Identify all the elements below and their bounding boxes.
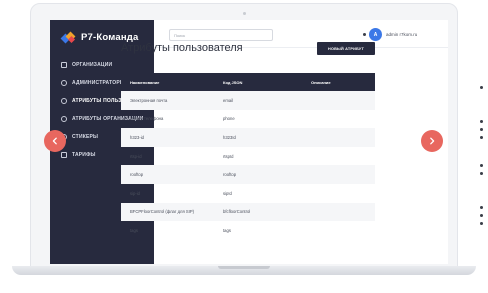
next-slide-bullet (480, 120, 483, 123)
user-icon (61, 80, 67, 86)
column-header-description[interactable]: Описание (307, 80, 375, 85)
table-row[interactable]: sip-id sipId (121, 184, 375, 203)
user-icon (61, 98, 67, 104)
search-input[interactable]: Поиск (169, 29, 273, 41)
notification-dot-icon[interactable] (363, 33, 366, 36)
sidebar-item-label: ТАРИФЫ (72, 152, 96, 158)
table-body: Электронная почта email Номер телефона p… (121, 91, 375, 240)
next-slide-bullet (480, 206, 483, 209)
table-row[interactable]: Номер телефона phone (121, 110, 375, 129)
cell-json-code: sipId (223, 190, 232, 196)
next-slide-bullet (480, 136, 483, 139)
cell-json-code: bfcfloorControl (223, 209, 251, 215)
carousel-prev-button[interactable] (44, 130, 66, 152)
sidebar-item-label: АДМИНИСТРАТОРЫ (72, 80, 125, 86)
cell-json-code: h323Id (223, 134, 236, 140)
cell-name: Электронная почта (130, 97, 168, 103)
laptop-base (12, 266, 476, 275)
cell-json-code: rtspId (223, 153, 234, 159)
user-icon (61, 116, 67, 122)
attributes-table: Наименование Код JSON Описание Электронн… (121, 73, 375, 240)
next-slide-bullet (480, 214, 483, 217)
camera-dot (243, 12, 246, 15)
user-name[interactable]: admin r7kom.ru (386, 32, 417, 37)
cell-name: Номер телефона (130, 116, 164, 122)
table-row[interactable]: rooftop rooftop (121, 165, 375, 184)
table-row[interactable]: h323-id h323Id (121, 128, 375, 147)
next-slide-bullet (480, 172, 483, 175)
cell-name: rooftop (130, 172, 144, 178)
carousel-next-button[interactable] (421, 130, 443, 152)
tariff-icon (61, 152, 67, 158)
cell-json-code: phone (223, 116, 235, 122)
cell-json-code: tags (223, 227, 231, 233)
cell-name: h323-id (130, 134, 144, 140)
cell-json-code: email (223, 97, 234, 103)
avatar[interactable]: A (369, 28, 382, 41)
chevron-left-icon (52, 137, 57, 145)
table-row[interactable]: rtsp-id rtspId (121, 147, 375, 166)
sidebar-item-label: СТИКЕРЫ (72, 134, 99, 140)
sidebar-item-label: ОРГАНИЗАЦИИ (72, 62, 113, 68)
building-icon (61, 62, 67, 68)
next-slide-bullet (480, 86, 483, 89)
new-attribute-button[interactable]: НОВЫЙ АТРИБУТ (317, 42, 375, 55)
cell-name: tags (130, 227, 138, 233)
chevron-right-icon (430, 137, 435, 145)
table-row[interactable]: Электронная почта email (121, 91, 375, 110)
logo-icon (60, 31, 76, 43)
cell-json-code: rooftop (223, 172, 237, 178)
cell-name: sip-id (130, 190, 141, 196)
cell-name: BFCPFloorControl (флаг для SIP) (130, 209, 195, 215)
column-header-json-code[interactable]: Код JSON (219, 80, 307, 85)
column-header-name[interactable]: Наименование (121, 80, 219, 85)
next-slide-bullet (480, 128, 483, 131)
next-slide-bullet (480, 164, 483, 167)
laptop-notch (218, 266, 270, 269)
table-row[interactable]: BFCPFloorControl (флаг для SIP) bfcfloor… (121, 202, 375, 222)
sidebar-item-organizations[interactable]: ОРГАНИЗАЦИИ (50, 56, 154, 74)
table-header: Наименование Код JSON Описание (121, 73, 375, 91)
cell-name: rtsp-id (130, 153, 142, 159)
next-slide-bullet (480, 222, 483, 225)
table-row[interactable]: tags tags (121, 221, 375, 240)
page-title: Атрибуты пользователя (121, 42, 243, 54)
